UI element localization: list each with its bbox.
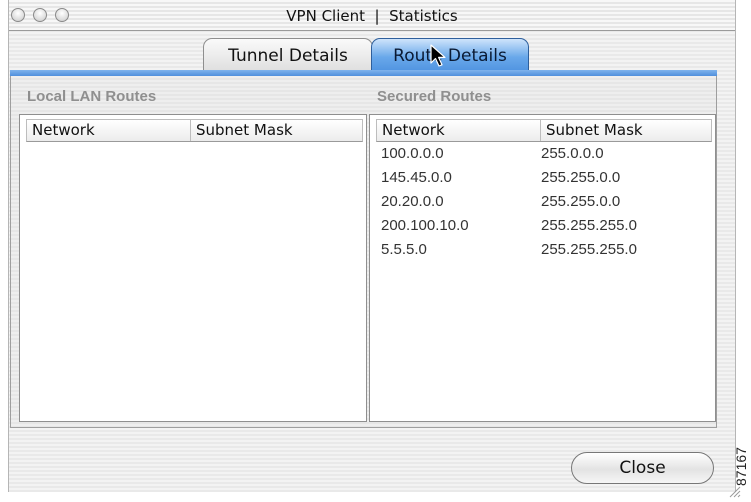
secured-route-rows: 100.0.0.0 255.0.0.0 145.45.0.0 255.255.0…	[376, 144, 712, 264]
figure-number: 87167	[733, 447, 749, 486]
column-header-subnet-mask[interactable]: Subnet Mask	[541, 120, 711, 141]
local-lan-routes-table[interactable]: Network Subnet Mask	[19, 114, 367, 422]
title-bar[interactable]: VPN Client | Statistics	[9, 0, 735, 31]
table-row[interactable]: 145.45.0.0 255.255.0.0	[376, 168, 712, 192]
table-row[interactable]: 200.100.10.0 255.255.255.0	[376, 216, 712, 240]
network-cell: 200.100.10.0	[381, 217, 469, 234]
table-row[interactable]: 100.0.0.0 255.0.0.0	[376, 144, 712, 168]
column-header-network[interactable]: Network	[377, 120, 541, 141]
subnet-mask-cell: 255.0.0.0	[541, 145, 604, 162]
table-header: Network Subnet Mask	[26, 119, 363, 142]
network-cell: 100.0.0.0	[381, 145, 444, 162]
table-row[interactable]: 5.5.5.0 255.255.255.0	[376, 240, 712, 264]
mouse-pointer-icon	[430, 44, 446, 67]
column-header-network[interactable]: Network	[27, 120, 191, 141]
subnet-mask-cell: 255.255.255.0	[541, 241, 637, 258]
table-row[interactable]: 20.20.0.0 255.255.0.0	[376, 192, 712, 216]
window-title: VPN Client | Statistics	[286, 7, 458, 25]
column-header-subnet-mask[interactable]: Subnet Mask	[191, 120, 362, 141]
network-cell: 145.45.0.0	[381, 169, 452, 186]
secured-routes-table[interactable]: Network Subnet Mask 100.0.0.0 255.0.0.0 …	[369, 114, 716, 422]
tab-tunnel-details[interactable]: Tunnel Details	[203, 38, 373, 72]
network-cell: 5.5.5.0	[381, 241, 427, 258]
close-button[interactable]: Close	[571, 452, 714, 484]
subnet-mask-cell: 255.255.255.0	[541, 217, 637, 234]
local-lan-routes-label: Local LAN Routes	[27, 88, 157, 105]
tab-route-details[interactable]: Route Details	[371, 38, 529, 72]
resize-grip-icon[interactable]	[727, 484, 741, 498]
subnet-mask-cell: 255.255.0.0	[541, 193, 621, 210]
secured-routes-label: Secured Routes	[377, 88, 492, 105]
subnet-mask-cell: 255.255.0.0	[541, 169, 621, 186]
table-header: Network Subnet Mask	[376, 119, 712, 142]
network-cell: 20.20.0.0	[381, 193, 444, 210]
